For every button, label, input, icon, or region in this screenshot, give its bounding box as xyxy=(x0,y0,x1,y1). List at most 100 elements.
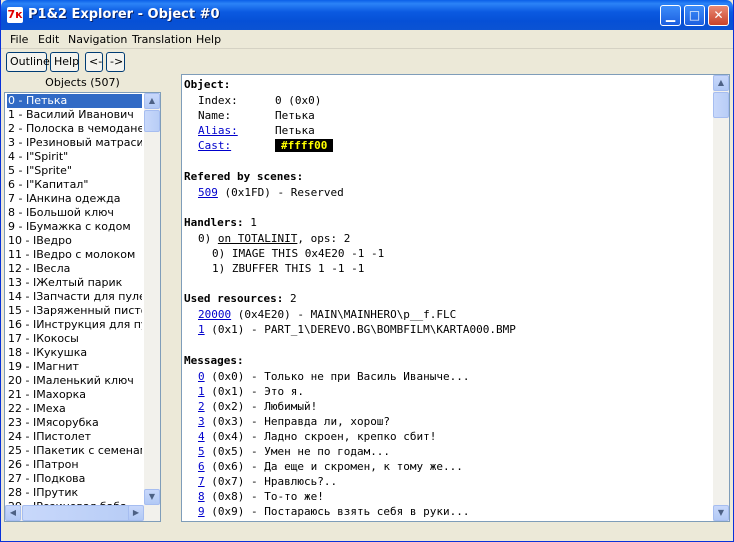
list-item[interactable]: 17 - IКокосы xyxy=(7,332,142,346)
message-text: (0x4) - Ладно скроен, крепко сбит! xyxy=(204,430,437,443)
list-item[interactable]: 28 - IПрутик xyxy=(7,486,142,500)
list-item[interactable]: 26 - IПатрон xyxy=(7,458,142,472)
outline-button[interactable]: Outline xyxy=(6,52,50,72)
scroll-thumb-horizontal[interactable] xyxy=(22,505,132,521)
message-link[interactable]: 6 xyxy=(198,460,205,473)
list-item[interactable]: 15 - IЗаряженный пистолет xyxy=(7,304,142,318)
message-text: (0x6) - Да еще и скромен, к тому же... xyxy=(204,460,463,473)
scroll-left-button[interactable]: ◀ xyxy=(5,505,21,521)
message-row: 7 (0x7) - Нравлюсь?.. xyxy=(198,474,337,489)
minimize-icon: ▁ xyxy=(665,8,676,22)
list-item[interactable]: 23 - IМясорубка xyxy=(7,416,142,430)
scroll-down-button[interactable]: ▼ xyxy=(713,505,729,521)
message-text: (0x0) - Только не при Василь Иванычe... xyxy=(204,370,470,383)
message-text: (0x7) - Нравлюсь?.. xyxy=(204,475,338,488)
list-item[interactable]: 7 - IАнкина одежда xyxy=(7,192,142,206)
menu-help[interactable]: Help xyxy=(196,33,221,46)
list-item[interactable]: 9 - IБумажка с кодом xyxy=(7,220,142,234)
alias-link[interactable]: Alias: xyxy=(198,123,238,138)
message-link[interactable]: 1 xyxy=(198,385,205,398)
arrow-down-icon: ▼ xyxy=(717,508,725,517)
list-item[interactable]: 10 - IВедро xyxy=(7,234,142,248)
op-line: 1) ZBUFFER THIS 1 -1 -1 xyxy=(212,262,365,275)
cast-value: #ffff00 xyxy=(275,138,334,153)
app-window: 7к P1&2 Explorer - Object #0 ▁ □ ✕ File … xyxy=(0,0,734,542)
arrow-right-icon: ▶ xyxy=(132,508,140,517)
message-link[interactable]: 5 xyxy=(198,445,205,458)
back-button[interactable]: <- xyxy=(85,52,103,72)
resource-link[interactable]: 20000 xyxy=(198,308,231,321)
list-item[interactable]: 13 - IЖелтый парик xyxy=(7,276,142,290)
scene-row: 509 (0x1FD) - Reserved xyxy=(198,185,344,200)
scroll-thumb[interactable] xyxy=(144,110,160,132)
message-row: 3 (0x3) - Неправда ли, хорош? xyxy=(198,414,390,429)
scene-text: (0x1FD) - Reserved xyxy=(217,186,344,199)
objects-list[interactable]: 0 - Петька 1 - Василий Иванович 2 - Полоск… xyxy=(4,92,161,522)
list-item[interactable]: 8 - IБольшой ключ xyxy=(7,206,142,220)
list-item[interactable]: 6 - I"Капитал" xyxy=(7,178,142,192)
resource-link[interactable]: 1 xyxy=(198,323,205,336)
handler-suffix: , ops: 2 xyxy=(297,232,351,245)
message-link[interactable]: 0 xyxy=(198,370,205,383)
scroll-right-button[interactable]: ▶ xyxy=(128,505,144,521)
maximize-button[interactable]: □ xyxy=(684,5,705,26)
list-item[interactable]: 12 - IВесла xyxy=(7,262,142,276)
list-item[interactable]: 16 - IИнструкция для пулемета xyxy=(7,318,142,332)
toolbar: Outline Help <- -> xyxy=(1,50,733,74)
message-link[interactable]: 4 xyxy=(198,430,205,443)
menu-file[interactable]: File xyxy=(10,33,28,46)
menu-edit[interactable]: Edit xyxy=(38,33,59,46)
scroll-up-button[interactable]: ▲ xyxy=(713,75,729,91)
objects-vertical-scrollbar[interactable]: ▲ ▼ xyxy=(144,93,160,505)
list-item[interactable]: 25 - IПакетик с семенами xyxy=(7,444,142,458)
list-item[interactable]: 3 - IРезиновый матрасик xyxy=(7,136,142,150)
details-vertical-scrollbar[interactable]: ▲ ▼ xyxy=(713,75,729,521)
message-link[interactable]: 9 xyxy=(198,505,205,518)
list-item[interactable]: 14 - IЗапчасти для пулемета xyxy=(7,290,142,304)
forward-button[interactable]: -> xyxy=(106,52,125,72)
cast-link[interactable]: Cast: xyxy=(198,138,231,153)
scroll-thumb[interactable] xyxy=(713,92,729,118)
list-item[interactable]: 18 - IКукушка xyxy=(7,346,142,360)
list-item[interactable]: 11 - IВедро с молоком xyxy=(7,248,142,262)
message-link[interactable]: 2 xyxy=(198,400,205,413)
list-item[interactable]: 20 - IМаленький ключ xyxy=(7,374,142,388)
message-row: 8 (0x8) - То-то же! xyxy=(198,489,324,504)
menu-navigation[interactable]: Navigation xyxy=(68,33,127,46)
message-link[interactable]: 8 xyxy=(198,490,205,503)
list-item[interactable]: 19 - IМагнит xyxy=(7,360,142,374)
message-link[interactable]: 3 xyxy=(198,415,205,428)
app-icon: 7к xyxy=(7,7,23,23)
message-row: 1 (0x1) - Это я. xyxy=(198,384,304,399)
scroll-down-button[interactable]: ▼ xyxy=(144,489,160,505)
menu-bar: File Edit Navigation Translation Help xyxy=(1,30,733,49)
scene-link[interactable]: 509 xyxy=(198,186,218,199)
help-button[interactable]: Help xyxy=(50,52,79,72)
list-item[interactable]: 21 - IМахорка xyxy=(7,388,142,402)
list-item[interactable]: 2 - Полоска в чемодане xyxy=(7,122,142,136)
list-item[interactable]: 24 - IПистолет xyxy=(7,430,142,444)
message-row: 2 (0x2) - Любимый! xyxy=(198,399,317,414)
title-bar[interactable]: 7к P1&2 Explorer - Object #0 ▁ □ ✕ xyxy=(1,0,733,30)
close-button[interactable]: ✕ xyxy=(708,5,729,26)
menu-translation[interactable]: Translation xyxy=(132,33,192,46)
message-text: (0x3) - Неправда ли, хорош? xyxy=(204,415,391,428)
message-text: (0x1) - Это я. xyxy=(204,385,304,398)
list-item[interactable]: 4 - I"Spirit" xyxy=(7,150,142,164)
objects-horizontal-scrollbar[interactable]: ◀ ▶ xyxy=(5,505,160,521)
minimize-button[interactable]: ▁ xyxy=(660,5,681,26)
message-text: (0x5) - Умен не по годам... xyxy=(204,445,391,458)
maximize-icon: □ xyxy=(688,8,701,22)
handler-link[interactable]: on TOTALINIT xyxy=(218,232,297,245)
list-item[interactable]: 0 - Петька xyxy=(7,94,142,108)
index-label: Index: xyxy=(198,94,238,107)
list-item[interactable]: 1 - Василий Иванович xyxy=(7,108,142,122)
arrow-down-icon: ▼ xyxy=(148,492,156,501)
list-item[interactable]: 5 - I"Sprite" xyxy=(7,164,142,178)
object-heading: Object: xyxy=(184,78,231,91)
scroll-up-button[interactable]: ▲ xyxy=(144,93,160,109)
list-item[interactable]: 27 - IПодкова xyxy=(7,472,142,486)
message-link[interactable]: 7 xyxy=(198,475,205,488)
list-item[interactable]: 22 - IМеха xyxy=(7,402,142,416)
resources-heading-row: Used resources: 2 xyxy=(184,291,297,306)
